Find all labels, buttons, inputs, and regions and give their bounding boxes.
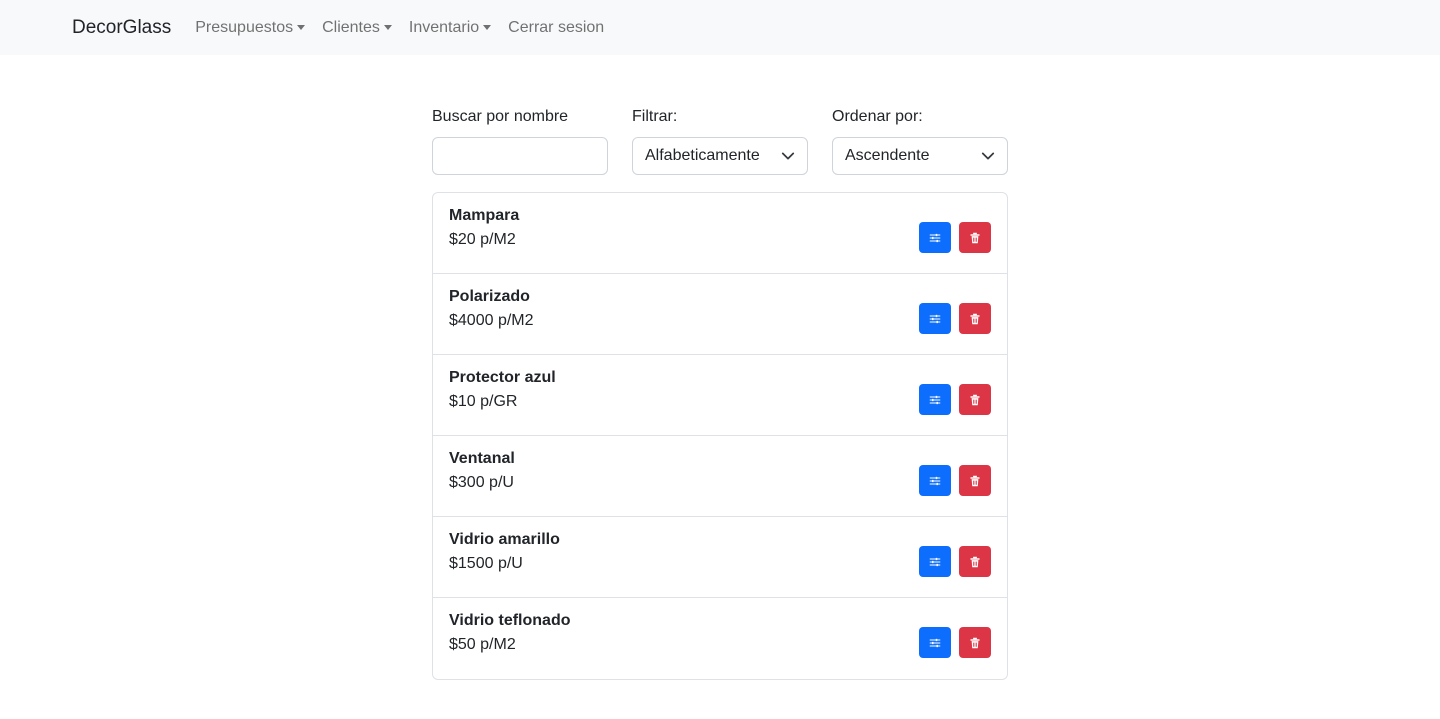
sliders-icon (929, 233, 941, 242)
item-name: Protector azul (449, 369, 556, 386)
nav-presupuestos[interactable]: Presupuestos (195, 18, 306, 37)
item-actions (919, 627, 991, 658)
trash-icon (970, 313, 980, 324)
list-item: Mampara $20 p/M2 (433, 193, 1007, 274)
search-group: Buscar por nombre (432, 107, 608, 175)
item-name: Polarizado (449, 288, 530, 305)
edit-button[interactable] (919, 303, 951, 334)
edit-button[interactable] (919, 627, 951, 658)
item-name: Vidrio teflonado (449, 612, 571, 629)
inventory-list: Mampara $20 p/M2 Polarizado $4000 p/M2 P… (432, 192, 1008, 680)
list-item: Protector azul $10 p/GR (433, 355, 1007, 436)
search-input[interactable] (432, 137, 608, 175)
sliders-icon (929, 395, 941, 404)
nav-clientes[interactable]: Clientes (322, 19, 392, 37)
caret-down-icon (383, 25, 392, 30)
edit-button[interactable] (919, 384, 951, 415)
chevron-down-icon (981, 152, 995, 160)
brand-logo[interactable]: DecorGlass (72, 17, 171, 39)
nav-cerrar-sesion-label: Cerrar sesion (508, 18, 605, 36)
list-item: Ventanal $300 p/U (433, 436, 1007, 517)
nav-presupuestos-label: Presupuestos (195, 18, 294, 36)
edit-button[interactable] (919, 222, 951, 253)
item-actions (919, 465, 991, 496)
nav-inventario[interactable]: Inventario (408, 18, 492, 37)
list-item: Vidrio amarillo $1500 p/U (433, 517, 1007, 598)
delete-button[interactable] (959, 384, 991, 415)
item-price: $1500 p/U (449, 555, 523, 572)
item-actions (919, 546, 991, 577)
filters-row: Buscar por nombre Filtrar: Alfabeticamen… (432, 107, 1008, 175)
delete-button[interactable] (959, 303, 991, 334)
edit-button[interactable] (919, 546, 951, 577)
order-select[interactable]: Ascendente (832, 137, 1008, 175)
chevron-down-icon (781, 152, 795, 160)
item-actions (919, 303, 991, 334)
item-price: $10 p/GR (449, 393, 518, 410)
item-price: $50 p/M2 (449, 636, 516, 653)
caret-down-icon (297, 25, 306, 30)
list-item: Polarizado $4000 p/M2 (433, 274, 1007, 355)
trash-icon (970, 637, 980, 648)
order-select-value: Ascendente (845, 147, 930, 164)
nav-inventario-label: Inventario (408, 18, 480, 36)
trash-icon (970, 475, 980, 486)
trash-icon (970, 556, 980, 567)
order-group: Ordenar por: Ascendente (832, 107, 1008, 175)
search-label: Buscar por nombre (432, 108, 569, 125)
filter-label: Filtrar: (632, 108, 678, 125)
trash-icon (970, 394, 980, 405)
order-label: Ordenar por: (832, 108, 923, 125)
main-content: Buscar por nombre Filtrar: Alfabeticamen… (432, 55, 1008, 680)
delete-button[interactable] (959, 222, 991, 253)
item-price: $300 p/U (449, 474, 514, 491)
trash-icon (970, 232, 980, 243)
item-actions (919, 222, 991, 253)
item-name: Mampara (449, 207, 520, 224)
delete-button[interactable] (959, 627, 991, 658)
edit-button[interactable] (919, 465, 951, 496)
top-navbar: DecorGlass Presupuestos Clientes Inventa… (0, 0, 1440, 55)
filter-group: Filtrar: Alfabeticamente (632, 107, 808, 175)
sliders-icon (929, 638, 941, 647)
item-price: $4000 p/M2 (449, 312, 534, 329)
sliders-icon (929, 314, 941, 323)
sliders-icon (929, 557, 941, 566)
filter-select-value: Alfabeticamente (645, 147, 760, 164)
item-actions (919, 384, 991, 415)
delete-button[interactable] (959, 546, 991, 577)
item-name: Ventanal (449, 450, 515, 467)
item-price: $20 p/M2 (449, 231, 516, 248)
nav-clientes-label: Clientes (322, 18, 380, 36)
list-item: Vidrio teflonado $50 p/M2 (433, 598, 1007, 679)
nav-cerrar-sesion[interactable]: Cerrar sesion (508, 19, 604, 37)
item-name: Vidrio amarillo (449, 531, 560, 548)
filter-select[interactable]: Alfabeticamente (632, 137, 808, 175)
caret-down-icon (483, 25, 492, 30)
delete-button[interactable] (959, 465, 991, 496)
sliders-icon (929, 476, 941, 485)
